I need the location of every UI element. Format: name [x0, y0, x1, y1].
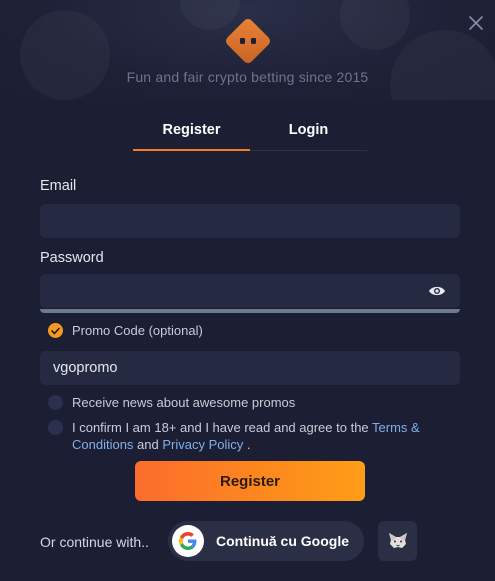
- password-strength-bar: [40, 309, 460, 313]
- google-signin-button[interactable]: Continuă cu Google: [168, 521, 364, 561]
- promo-code-field[interactable]: [40, 351, 460, 385]
- active-tab-indicator: [133, 149, 250, 151]
- terms-row: I confirm I am 18+ and I have read and a…: [48, 419, 428, 453]
- decor-chip: [390, 30, 495, 100]
- decor-chip: [20, 10, 110, 100]
- promo-toggle-row[interactable]: Promo Code (optional): [48, 322, 203, 339]
- password-label: Password: [40, 250, 104, 266]
- register-button[interactable]: Register: [135, 461, 365, 501]
- google-signin-label: Continuă cu Google: [216, 533, 349, 549]
- metamask-button[interactable]: [378, 521, 417, 561]
- tagline: Fun and fair crypto betting since 2015: [126, 69, 369, 85]
- logo-dice-icon: [226, 19, 270, 63]
- password-group: [40, 274, 460, 313]
- close-button[interactable]: [465, 12, 487, 34]
- terms-text: I confirm I am 18+ and I have read and a…: [72, 419, 428, 453]
- privacy-link[interactable]: Privacy Policy: [162, 437, 243, 452]
- close-icon: [469, 16, 483, 30]
- promo-checkbox[interactable]: [48, 323, 63, 338]
- decor-chip: [340, 0, 410, 50]
- newsletter-checkbox[interactable]: [48, 395, 63, 410]
- eye-icon[interactable]: [428, 284, 446, 298]
- promo-label: Promo Code (optional): [72, 323, 203, 338]
- email-label: Email: [40, 178, 77, 194]
- google-icon: [179, 532, 197, 550]
- checkmark-icon: [51, 327, 60, 334]
- tab-login[interactable]: Login: [250, 117, 367, 151]
- google-icon-badge: [172, 525, 204, 557]
- terms-checkbox[interactable]: [48, 420, 63, 435]
- terms-text-middle: and: [133, 437, 163, 452]
- terms-text-after: .: [243, 437, 251, 452]
- terms-text-before: I confirm I am 18+ and I have read and a…: [72, 420, 373, 435]
- auth-tabs: Register Login: [133, 117, 367, 151]
- continue-label: Or continue with..: [40, 534, 149, 550]
- password-field[interactable]: [40, 274, 460, 308]
- newsletter-label: Receive news about awesome promos: [72, 395, 296, 410]
- tab-divider: [250, 150, 367, 151]
- email-field[interactable]: [40, 204, 460, 238]
- tab-register[interactable]: Register: [133, 117, 250, 151]
- metamask-fox-icon: [388, 533, 407, 548]
- newsletter-row[interactable]: Receive news about awesome promos: [48, 394, 295, 411]
